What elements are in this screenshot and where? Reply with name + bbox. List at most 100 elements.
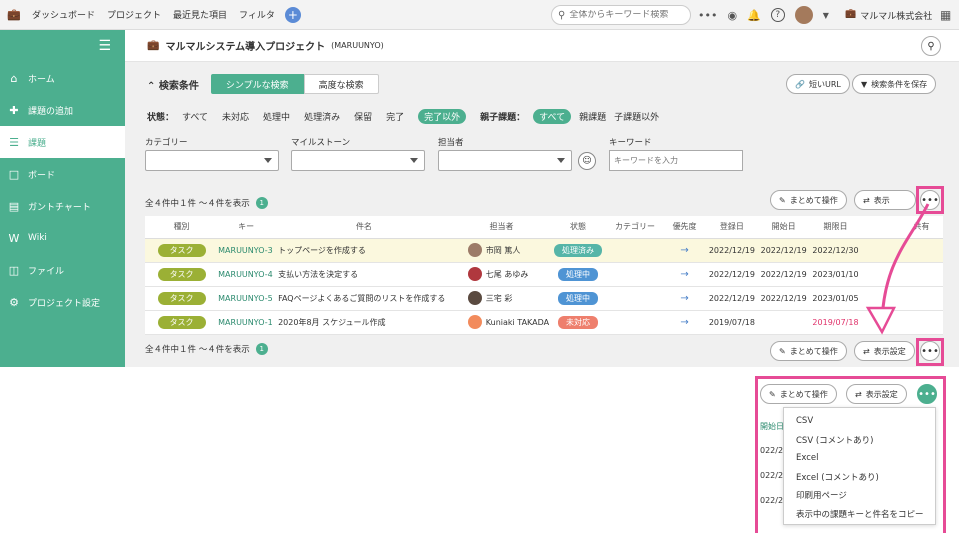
nav-recent[interactable]: 最近見た項目 bbox=[173, 8, 227, 21]
menu-item-excel-comments[interactable]: Excel (コメントあり) bbox=[784, 468, 935, 487]
callout-arrow bbox=[865, 203, 930, 335]
col-type[interactable]: 種別 bbox=[145, 216, 219, 239]
tab-advanced-search[interactable]: 高度な検索 bbox=[303, 74, 379, 94]
display-settings-button[interactable]: ⇄ 表示設定 bbox=[854, 341, 915, 361]
issue-key-link[interactable]: MARUUNYO-1 bbox=[218, 318, 273, 327]
sidebar-toggle[interactable]: ☰ bbox=[0, 30, 125, 62]
menu-item-csv[interactable]: CSV bbox=[784, 412, 935, 431]
user-icon: ☺ bbox=[582, 156, 592, 166]
col-key[interactable]: キー bbox=[218, 216, 275, 239]
bulk-action-label: まとめて操作 bbox=[789, 346, 838, 356]
status-label: 状態： bbox=[147, 113, 175, 123]
nav-filter[interactable]: フィルタ bbox=[239, 8, 275, 21]
status-option-pending[interactable]: 保留 bbox=[354, 110, 372, 123]
search-conditions-toggle[interactable]: ⌃ 検索条件 bbox=[147, 77, 199, 92]
col-subject[interactable]: 件名 bbox=[274, 216, 454, 239]
sidebar-item-files[interactable]: ◫ ファイル bbox=[0, 254, 125, 286]
peek-date: 022/2 bbox=[760, 471, 784, 480]
briefcase-icon[interactable]: 💼 bbox=[4, 8, 24, 21]
bulk-action-button[interactable]: ✎ まとめて操作 bbox=[770, 341, 847, 361]
status-option-in-progress[interactable]: 処理中 bbox=[263, 110, 290, 123]
bell-icon[interactable]: 🔔 bbox=[747, 9, 761, 22]
org-switcher[interactable]: 💼 マルマル株式会社 bbox=[845, 9, 932, 22]
menu-item-excel[interactable]: Excel bbox=[784, 449, 935, 468]
table-row[interactable]: タスク MARUUNYO-4 支払い方法を決定する 七尾 あゆみ 処理中 → 2… bbox=[145, 262, 943, 287]
priority-arrow-icon: → bbox=[680, 316, 689, 328]
top-bar: 💼 ダッシュボード プロジェクト 最近見た項目 フィルタ + ⚲ ••• ◉ 🔔… bbox=[0, 0, 959, 30]
table-row[interactable]: タスク MARUUNYO-3 トップページを作成する 市岡 篤人 処理済み → … bbox=[145, 238, 943, 263]
menu-item-csv-comments[interactable]: CSV (コメントあり) bbox=[784, 431, 935, 450]
sidebar-item-issues[interactable]: ☰ 課題 bbox=[0, 126, 125, 158]
project-search-button[interactable]: ⚲ bbox=[921, 36, 941, 56]
parent-option-all[interactable]: すべて bbox=[533, 109, 572, 124]
sidebar-item-gantt[interactable]: ▤ ガントチャート bbox=[0, 190, 125, 222]
parent-option-parent[interactable]: 親課題 bbox=[579, 110, 606, 123]
issue-key-link[interactable]: MARUUNYO-4 bbox=[218, 270, 273, 279]
help-icon[interactable]: ? bbox=[770, 8, 785, 22]
user-avatar[interactable] bbox=[794, 6, 813, 24]
search-icon: ⚲ bbox=[927, 40, 935, 52]
sidebar-item-add-issue[interactable]: ✚ 課題の追加 bbox=[0, 94, 125, 126]
sidebar-item-board[interactable]: □ ボード bbox=[0, 158, 125, 190]
main-content: 💼 マルマルシステム導入プロジェクト (MARUUNYO) ⚲ ⌃ 検索条件 シ… bbox=[125, 30, 959, 367]
col-created[interactable]: 登録日 bbox=[705, 216, 758, 239]
status-option-open[interactable]: 未対応 bbox=[222, 110, 249, 123]
menu-item-copy-keys[interactable]: 表示中の課題キーと件名をコピー bbox=[784, 505, 935, 524]
bulk-action-button[interactable]: ✎ まとめて操作 bbox=[760, 384, 837, 404]
col-priority[interactable]: 優先度 bbox=[663, 216, 706, 239]
result-count-top: 全４件中１件 〜４件を表示 1 bbox=[145, 197, 268, 209]
status-option-closed[interactable]: 完了 bbox=[386, 110, 404, 123]
category-select[interactable] bbox=[145, 150, 279, 171]
milestone-select[interactable] bbox=[291, 150, 425, 171]
nav-dashboard[interactable]: ダッシュボード bbox=[32, 8, 95, 21]
project-title[interactable]: マルマルシステム導入プロジェクト bbox=[165, 38, 325, 53]
status-option-not-closed[interactable]: 完了以外 bbox=[418, 109, 467, 124]
sidebar-item-wiki[interactable]: W Wiki bbox=[0, 222, 125, 254]
more-icon[interactable]: ••• bbox=[698, 9, 717, 22]
global-search-input[interactable] bbox=[569, 10, 680, 20]
issue-key-link[interactable]: MARUUNYO-5 bbox=[218, 294, 273, 303]
global-search[interactable]: ⚲ bbox=[551, 5, 691, 25]
table-row[interactable]: タスク MARUUNYO-5 FAQページよくあるご質問のリストを作成する 三宅… bbox=[145, 286, 943, 311]
save-conditions-button[interactable]: ▼ 検索条件を保存 bbox=[852, 74, 937, 94]
start-date: 2022/12/19 bbox=[757, 286, 810, 311]
issue-key-link[interactable]: MARUUNYO-3 bbox=[218, 246, 273, 255]
menu-item-print[interactable]: 印刷用ページ bbox=[784, 486, 935, 505]
status-option-resolved[interactable]: 処理済み bbox=[304, 110, 340, 123]
search-conditions-row: ⌃ 検索条件 シンプルな検索 高度な検索 bbox=[147, 74, 379, 94]
tab-simple-search[interactable]: シンプルな検索 bbox=[210, 74, 304, 94]
sidebar-item-home[interactable]: ⌂ ホーム bbox=[0, 62, 125, 94]
col-status[interactable]: 状態 bbox=[549, 216, 607, 239]
category-label: カテゴリー bbox=[145, 138, 188, 148]
assignee-select[interactable] bbox=[438, 150, 572, 171]
type-badge: タスク bbox=[157, 243, 206, 257]
chevron-down-icon[interactable]: ▼ bbox=[823, 11, 829, 20]
parent-option-not-child[interactable]: 子課題以外 bbox=[614, 110, 659, 123]
col-category[interactable]: カテゴリー bbox=[606, 216, 664, 239]
more-options-button-active[interactable]: ••• bbox=[917, 384, 937, 404]
page-number[interactable]: 1 bbox=[255, 343, 268, 355]
short-url-button[interactable]: 🔗 短いURL bbox=[786, 74, 850, 94]
status-option-all[interactable]: すべて bbox=[182, 110, 208, 123]
edit-icon: ✎ bbox=[779, 195, 786, 205]
col-start[interactable]: 開始日 bbox=[757, 216, 810, 239]
keyword-input[interactable] bbox=[609, 150, 743, 171]
issue-subject[interactable]: 2020年8月 スケジュール作成 bbox=[274, 310, 454, 335]
issue-subject[interactable]: 支払い方法を決定する bbox=[274, 262, 454, 287]
sidebar-item-settings[interactable]: ⚙ プロジェクト設定 bbox=[0, 286, 125, 318]
col-assignee[interactable]: 担当者 bbox=[453, 216, 550, 239]
nav-projects[interactable]: プロジェクト bbox=[107, 8, 161, 21]
issue-subject[interactable]: FAQページよくあるご質問のリストを作成する bbox=[274, 286, 454, 311]
issue-subject[interactable]: トップページを作成する bbox=[274, 238, 454, 263]
page-number[interactable]: 1 bbox=[255, 197, 268, 209]
hamburger-icon[interactable]: ☰ bbox=[98, 38, 111, 54]
apps-grid-icon[interactable]: ▦ bbox=[940, 8, 951, 22]
table-row[interactable]: タスク MARUUNYO-1 2020年8月 スケジュール作成 Kuniaki … bbox=[145, 310, 943, 335]
org-name: マルマル株式会社 bbox=[860, 12, 933, 22]
watch-icon[interactable]: ◉ bbox=[727, 9, 737, 22]
display-settings-button[interactable]: ⇄ 表示設定 bbox=[846, 384, 907, 404]
assign-myself-button[interactable]: ☺ bbox=[578, 152, 596, 170]
board-icon: □ bbox=[8, 167, 20, 181]
add-button[interactable]: + bbox=[284, 6, 301, 23]
bulk-action-button[interactable]: ✎ まとめて操作 bbox=[770, 190, 847, 210]
